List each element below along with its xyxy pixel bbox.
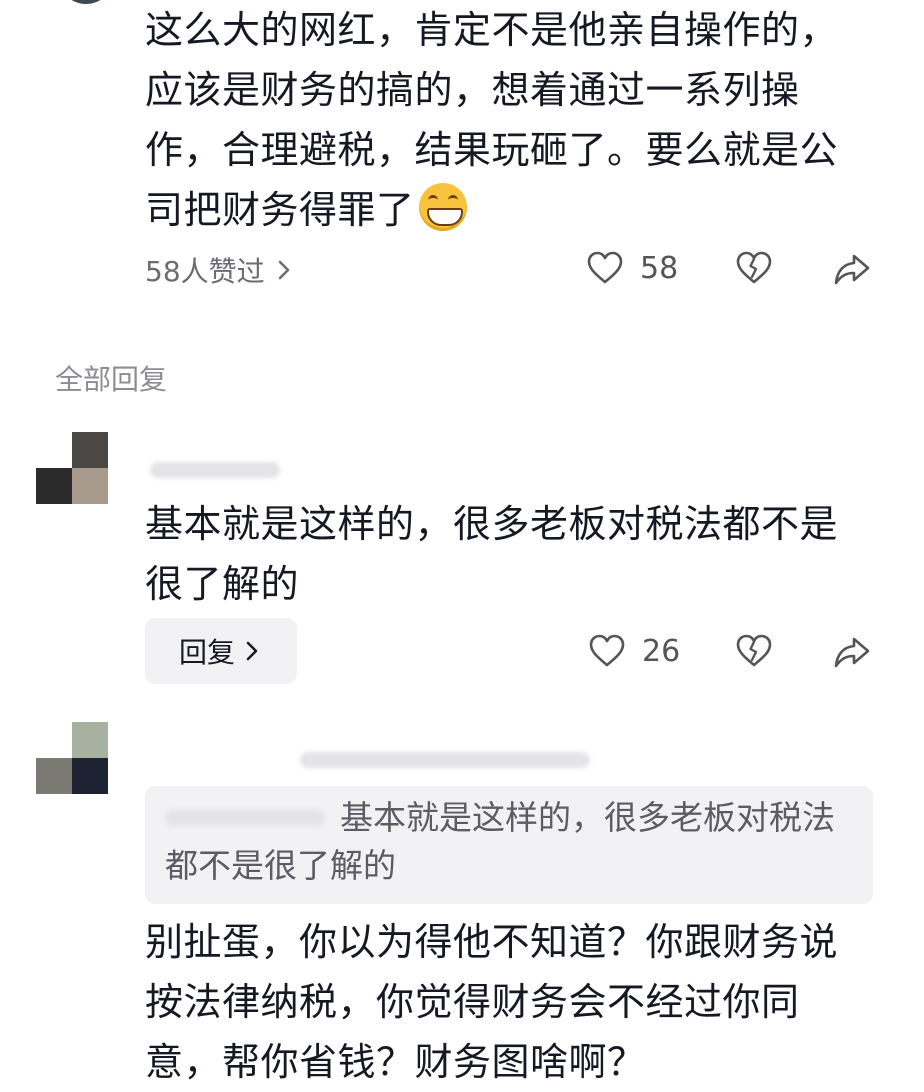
reply-button-label: 回复 xyxy=(178,636,235,669)
broken-heart-icon xyxy=(736,634,772,667)
quoted-reply-box: 基本就是这样的，很多老板对税法都不是很了解的 xyxy=(145,786,873,904)
reply-1-text: 基本就是这样的，很多老板对税法都不是很了解的 xyxy=(145,502,839,606)
broken-heart-icon xyxy=(736,251,772,284)
heart-outline-icon xyxy=(587,251,623,284)
reply-1-like-button[interactable]: 26 xyxy=(588,633,680,669)
reply-2-text: 别扯蛋，你以为得他不知道？你跟财务说按法律纳税，你觉得财务会不经过你同意，帮你省… xyxy=(145,920,839,1084)
reply-1-reply-button[interactable]: 回复 xyxy=(145,618,297,684)
likes-link[interactable]: 58人赞过 xyxy=(145,250,295,290)
main-like-button[interactable]: 58 xyxy=(586,250,678,286)
quoted-reply-text: 基本就是这样的，很多老板对税法都不是很了解的 xyxy=(165,798,835,885)
likes-link-label: 58人赞过 xyxy=(145,255,265,288)
main-comment-text: 这么大的网红，肯定不是他亲自操作的，应该是财务的搞的，想着通过一系列操作，合理避… xyxy=(145,8,839,232)
grinning-face-emoji-icon xyxy=(418,183,467,231)
all-replies-label: 全部回复 xyxy=(55,363,168,396)
reply-1-like-count: 26 xyxy=(642,633,681,669)
main-share-button[interactable] xyxy=(833,252,871,286)
reply-2-username[interactable] xyxy=(300,752,590,768)
reply-1-dislike-button[interactable] xyxy=(735,633,773,669)
comment-author-avatar[interactable] xyxy=(58,0,114,4)
reply-1-avatar[interactable] xyxy=(36,432,108,504)
share-arrow-icon xyxy=(834,254,870,285)
main-dislike-button[interactable] xyxy=(735,250,773,286)
share-arrow-icon xyxy=(834,637,870,668)
chevron-right-icon xyxy=(278,260,289,280)
main-like-count: 58 xyxy=(640,250,679,286)
reply-2-avatar[interactable] xyxy=(36,722,108,794)
heart-outline-icon xyxy=(589,634,625,667)
chevron-right-icon xyxy=(246,641,258,661)
main-comment-body: 这么大的网红，肯定不是他亲自操作的，应该是财务的搞的，想着通过一系列操作，合理避… xyxy=(145,0,875,240)
reply-1-share-button[interactable] xyxy=(833,635,871,669)
reply-1-username[interactable] xyxy=(150,462,280,478)
